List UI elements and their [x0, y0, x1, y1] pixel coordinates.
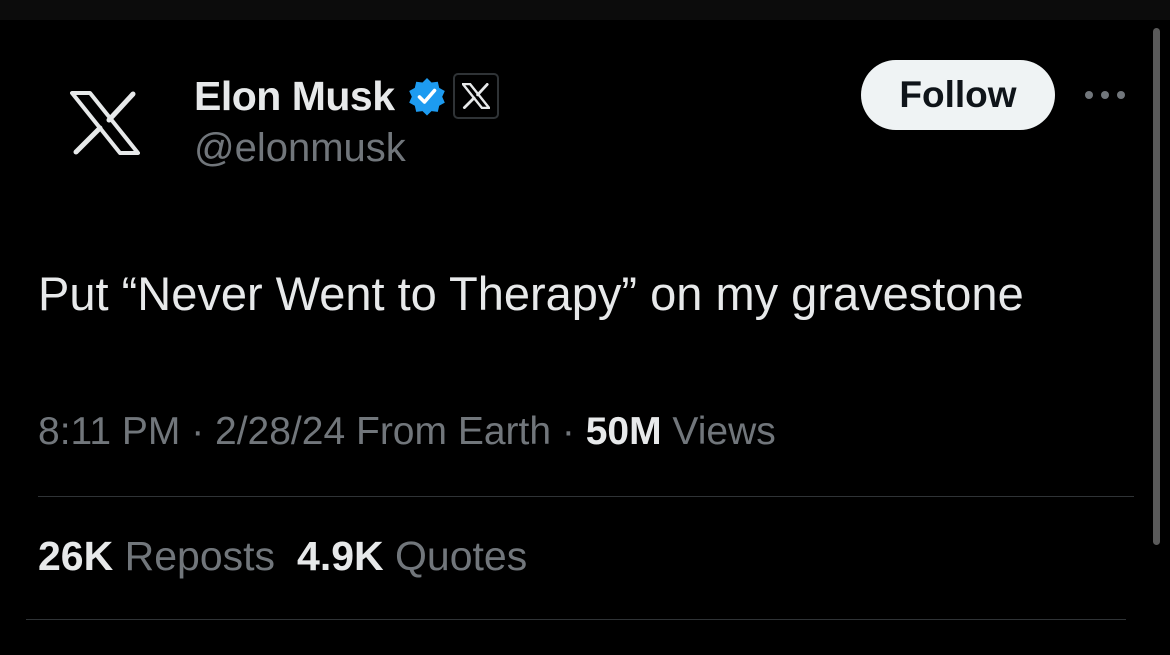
meta-separator: · [551, 410, 586, 453]
reposts-stat[interactable]: 26K Reposts [38, 533, 275, 580]
author-handle[interactable]: @elonmusk [194, 126, 406, 171]
verified-badge-icon[interactable] [407, 76, 447, 116]
tweet-meta: 8:11 PM · 2/28/24 From Earth · 50M Views [38, 410, 776, 454]
views-count: 50M [585, 410, 662, 453]
divider [26, 619, 1126, 620]
divider [38, 496, 1134, 497]
follow-button[interactable]: Follow [861, 60, 1055, 130]
x-logo-icon [70, 91, 140, 155]
author-display-name[interactable]: Elon Musk [194, 73, 395, 120]
avatar[interactable] [58, 76, 152, 170]
tweet-location: From Earth [345, 410, 552, 453]
views-label: Views [661, 410, 776, 453]
reposts-label: Reposts [113, 533, 276, 579]
scrollbar[interactable] [1153, 28, 1160, 545]
top-bar [0, 0, 1170, 20]
quotes-count: 4.9K [297, 533, 384, 579]
tweet-text: Put “Never Went to Therapy” on my graves… [38, 267, 1024, 320]
x-affiliation-icon[interactable] [452, 73, 499, 119]
more-options-icon[interactable] [1082, 82, 1128, 108]
tweet-time[interactable]: 8:11 PM [38, 410, 180, 453]
author-name-row: Elon Musk [194, 70, 499, 122]
quotes-label: Quotes [383, 533, 528, 579]
engagement-stats: 26K Reposts 4.9K Quotes [38, 533, 527, 580]
quotes-stat[interactable]: 4.9K Quotes [297, 533, 527, 580]
reposts-count: 26K [38, 533, 114, 579]
tweet-date[interactable]: 2/28/24 [215, 410, 345, 453]
meta-separator: · [180, 410, 216, 453]
